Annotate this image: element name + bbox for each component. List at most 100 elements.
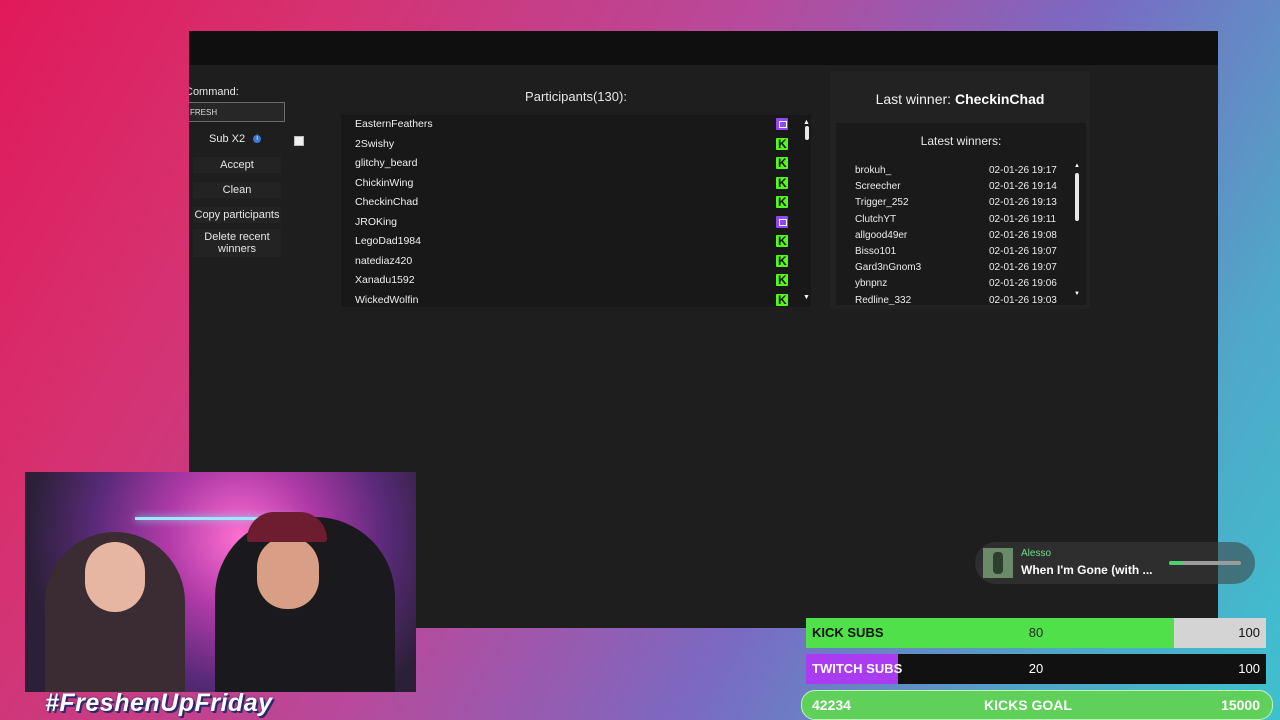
winner-name: Gard3nGnom3 bbox=[855, 262, 922, 274]
winner-row: allgood49er 02-01-26 19:08 bbox=[855, 230, 1075, 241]
winner-name: Trigger_252 bbox=[855, 197, 909, 209]
twitch-icon bbox=[776, 215, 788, 228]
participant-name: ChickinWing bbox=[355, 176, 414, 189]
winner-name: Screecher bbox=[855, 181, 901, 193]
participant-row[interactable]: LegoDad1984 bbox=[341, 232, 811, 252]
twitch-subs-bar: TWITCH SUBS 20 100 bbox=[806, 654, 1266, 684]
twitch-subs-target: 100 bbox=[1238, 661, 1260, 676]
kick-icon bbox=[776, 273, 788, 287]
participants-title: Participants(130): bbox=[525, 89, 627, 104]
now-playing-progress bbox=[1169, 561, 1241, 565]
twitch-subs-current: 20 bbox=[1028, 661, 1044, 676]
cap bbox=[247, 512, 327, 542]
sub-x2-checkbox[interactable] bbox=[294, 136, 304, 146]
winner-date: 02-01-26 19:14 bbox=[989, 181, 1057, 193]
kicks-goal-bar: 42234 KICKS GOAL 15000 bbox=[801, 690, 1273, 720]
last-winner-heading: Last winner: CheckinChad bbox=[830, 91, 1090, 107]
now-playing-title: When I'm Gone (with ... bbox=[1021, 563, 1153, 577]
album-art bbox=[983, 548, 1013, 578]
winner-name: ybnpnz bbox=[855, 278, 888, 290]
winner-date: 02-01-26 19:17 bbox=[989, 165, 1057, 176]
streamer-left-face bbox=[85, 542, 145, 612]
hashtag-banner: #FreshenUpFriday bbox=[45, 689, 273, 717]
app-title-bar bbox=[189, 31, 1218, 65]
winner-date: 02-01-26 19:08 bbox=[989, 229, 1057, 241]
participant-row[interactable]: natediaz420 bbox=[341, 252, 811, 272]
latest-winners-box[interactable]: Latest winners: ▲ ▼ brokuh_ 02-01-26 19:1… bbox=[836, 123, 1086, 305]
sub-x2-label: Sub X2 bbox=[209, 133, 246, 145]
winner-row: Trigger_252 02-01-26 19:13 bbox=[855, 197, 1075, 208]
kick-icon bbox=[776, 137, 788, 151]
winner-row: brokuh_ 02-01-26 19:17 bbox=[855, 165, 1075, 176]
participant-name: LegoDad1984 bbox=[355, 235, 421, 247]
kick-icon bbox=[776, 234, 788, 248]
winner-date: 02-01-26 19:07 bbox=[989, 246, 1057, 257]
winner-date: 02-01-26 19:06 bbox=[989, 278, 1057, 290]
winner-row: Bisso101 02-01-26 19:07 bbox=[855, 246, 1075, 257]
winner-row: Redline_332 02-01-26 19:03 bbox=[855, 295, 1075, 305]
last-winner-name: CheckinChad bbox=[954, 91, 1045, 107]
participant-name: 2Swishy bbox=[355, 137, 395, 150]
winners-scrollbar-thumb[interactable] bbox=[1075, 173, 1079, 221]
kick-subs-bar: KICK SUBS 80 100 bbox=[806, 618, 1266, 648]
streamer-right-face bbox=[257, 537, 319, 609]
winner-name: Bisso101 bbox=[855, 246, 897, 257]
winner-row: ybnpnz 02-01-26 19:06 bbox=[855, 278, 1075, 289]
twitch-icon bbox=[776, 118, 788, 130]
kick-subs-target: 100 bbox=[1238, 625, 1260, 640]
winner-name: allgood49er bbox=[855, 229, 908, 241]
participant-row[interactable]: CheckinChad bbox=[341, 193, 811, 213]
kick-icon bbox=[776, 156, 788, 170]
winner-row: Screecher 02-01-26 19:14 bbox=[855, 181, 1075, 192]
participant-name: EasternFeathers bbox=[355, 118, 433, 130]
kick-subs-current: 80 bbox=[1028, 625, 1044, 640]
kicks-goal-current: 42234 bbox=[812, 697, 851, 713]
now-playing-progress-fill bbox=[1169, 561, 1184, 565]
participant-name: Xanadu1592 bbox=[355, 274, 415, 286]
winner-name: Redline_332 bbox=[855, 294, 912, 305]
now-playing-artist: Alesso bbox=[1021, 548, 1052, 559]
winner-date: 02-01-26 19:13 bbox=[989, 197, 1057, 209]
kicks-goal-label: KICKS GOAL bbox=[984, 697, 1072, 713]
command-input[interactable] bbox=[189, 102, 285, 122]
participant-name: CheckinChad bbox=[355, 196, 419, 208]
participant-row[interactable]: glitchy_beard bbox=[341, 154, 811, 174]
clean-button[interactable]: Clean bbox=[193, 182, 281, 198]
winner-date: 02-01-26 19:03 bbox=[989, 294, 1057, 305]
participant-row[interactable]: EasternFeathers bbox=[341, 115, 811, 135]
participants-scrollbar-thumb[interactable] bbox=[805, 126, 809, 140]
latest-winners-title: Latest winners: bbox=[920, 134, 1002, 148]
participant-row[interactable]: JROKing bbox=[341, 213, 811, 233]
winner-name: brokuh_ bbox=[855, 165, 892, 176]
kick-icon bbox=[776, 176, 788, 190]
participant-name: glitchy_beard bbox=[355, 157, 418, 169]
winner-date: 02-01-26 19:07 bbox=[989, 262, 1057, 274]
copy-participants-button[interactable]: Copy participants bbox=[193, 207, 281, 223]
kicks-goal-target: 15000 bbox=[1221, 697, 1260, 713]
participant-row[interactable]: ChickinWing bbox=[341, 174, 811, 194]
winners-panel: Last winner: CheckinChad Latest winners:… bbox=[830, 71, 1090, 309]
sub-x2-option: Sub X2 i bbox=[209, 133, 262, 145]
winner-row: Gard3nGnom3 02-01-26 19:07 bbox=[855, 262, 1075, 273]
winner-date: 02-01-26 19:11 bbox=[989, 213, 1057, 225]
participant-name: natediaz420 bbox=[355, 254, 413, 267]
winner-row: ClutchYT 02-01-26 19:11 bbox=[855, 214, 1075, 225]
webcam-feed bbox=[25, 472, 416, 692]
command-label: Command: bbox=[189, 86, 239, 98]
delete-recent-winners-button[interactable]: Delete recent winners bbox=[193, 229, 281, 257]
participant-row[interactable]: Xanadu1592 bbox=[341, 271, 811, 291]
scroll-down-arrow-icon[interactable]: ▼ bbox=[803, 294, 810, 301]
winner-name: ClutchYT bbox=[855, 213, 897, 225]
participant-name: JROKing bbox=[355, 215, 398, 228]
participant-row[interactable]: 2Swishy bbox=[341, 135, 811, 155]
participants-list[interactable]: EasternFeathers 2Swishy glitchy_beard Chick… bbox=[341, 115, 811, 307]
kick-icon bbox=[776, 254, 788, 268]
kick-icon bbox=[776, 195, 788, 209]
scroll-up-arrow-icon[interactable]: ▲ bbox=[803, 119, 810, 126]
info-icon[interactable]: i bbox=[253, 135, 262, 143]
now-playing-widget: Alesso When I'm Gone (with ... bbox=[975, 542, 1255, 584]
last-winner-label: Last winner: bbox=[875, 91, 955, 107]
kick-icon bbox=[776, 293, 788, 307]
accept-button[interactable]: Accept bbox=[193, 157, 281, 173]
participant-row[interactable]: WickedWolfin bbox=[341, 291, 811, 308]
